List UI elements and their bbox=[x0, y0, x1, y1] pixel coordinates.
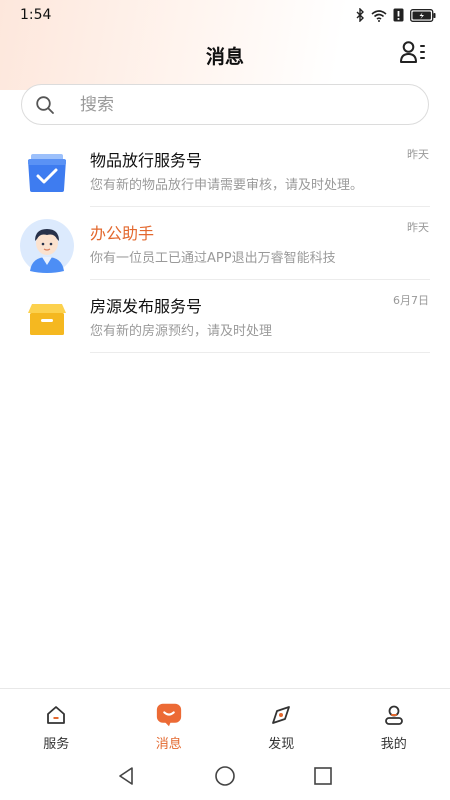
recents-icon[interactable] bbox=[310, 763, 336, 789]
tab-discover[interactable]: 发现 bbox=[225, 689, 338, 753]
compass-icon bbox=[268, 703, 294, 727]
message-preview: 您有新的房源预约，请及时处理 bbox=[90, 324, 273, 339]
contacts-icon bbox=[399, 40, 427, 68]
message-item-office-assistant[interactable]: 办公助手 昨天 你有一位员工已通过APP退出万睿智能科技 bbox=[0, 207, 450, 280]
message-list: 物品放行服务号 昨天 您有新的物品放行申请需要审核，请及时处理。 办公助手 昨天… bbox=[0, 134, 450, 353]
tab-label: 我的 bbox=[380, 737, 407, 752]
back-icon[interactable] bbox=[114, 763, 140, 789]
message-time: 昨天 bbox=[407, 221, 429, 234]
wifi-icon bbox=[371, 9, 387, 22]
tab-services[interactable]: 服务 bbox=[0, 689, 113, 753]
status-time: 1:54 bbox=[20, 7, 52, 23]
search-input[interactable] bbox=[78, 93, 382, 116]
search-bar[interactable] bbox=[21, 84, 429, 125]
tab-label: 消息 bbox=[155, 737, 182, 752]
status-icons bbox=[355, 8, 436, 22]
page-title: 消息 bbox=[205, 46, 244, 68]
assistant-avatar-icon bbox=[20, 219, 74, 273]
message-title: 办公助手 bbox=[90, 224, 155, 243]
tab-label: 服务 bbox=[43, 737, 70, 752]
alert-icon bbox=[393, 8, 404, 22]
home-icon bbox=[43, 703, 69, 727]
message-preview: 您有新的物品放行申请需要审核，请及时处理。 bbox=[90, 178, 364, 193]
header: 消息 bbox=[0, 36, 450, 72]
user-icon bbox=[381, 703, 407, 727]
home-circle-icon[interactable] bbox=[212, 763, 238, 789]
bluetooth-icon bbox=[355, 8, 365, 22]
bottom-tab-bar: 服务 消息 发现 我的 bbox=[0, 688, 450, 753]
archive-box-icon bbox=[20, 292, 74, 346]
tab-mine[interactable]: 我的 bbox=[338, 689, 450, 753]
search-icon bbox=[34, 94, 56, 116]
system-navigation-bar bbox=[0, 752, 450, 800]
message-time: 昨天 bbox=[407, 148, 429, 161]
chat-icon bbox=[156, 703, 182, 727]
message-item-housing-release[interactable]: 房源发布服务号 6月7日 您有新的房源预约，请及时处理 bbox=[0, 280, 450, 353]
contacts-button[interactable] bbox=[398, 40, 428, 68]
message-time: 6月7日 bbox=[393, 294, 429, 307]
battery-icon bbox=[410, 8, 436, 22]
tab-label: 发现 bbox=[268, 737, 295, 752]
tab-messages[interactable]: 消息 bbox=[113, 689, 226, 753]
message-item-item-release[interactable]: 物品放行服务号 昨天 您有新的物品放行申请需要审核，请及时处理。 bbox=[0, 134, 450, 207]
status-bar: 1:54 bbox=[0, 0, 450, 30]
approval-box-icon bbox=[20, 146, 74, 200]
divider bbox=[90, 352, 430, 353]
message-title: 房源发布服务号 bbox=[90, 297, 203, 316]
message-preview: 你有一位员工已通过APP退出万睿智能科技 bbox=[90, 251, 336, 266]
message-title: 物品放行服务号 bbox=[90, 151, 203, 170]
